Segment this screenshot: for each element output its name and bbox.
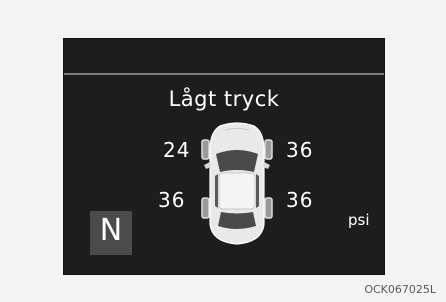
gear-indicator: N: [90, 211, 132, 255]
front-left-tire: [201, 139, 210, 160]
front-right-tire-pressure: 36: [286, 138, 314, 162]
page: Lågt tryck 24 36 36 36 psi N OCK067025L: [0, 0, 446, 302]
gear-letter: N: [99, 213, 123, 248]
rear-left-tire: [201, 197, 210, 219]
car-windshield: [216, 150, 258, 172]
rear-right-tire-pressure: 36: [286, 188, 314, 212]
low-pressure-warning-title: Lågt tryck: [168, 87, 280, 111]
car-rear-window: [218, 212, 256, 229]
front-left-tire-pressure: 24: [163, 138, 191, 162]
rear-right-tire: [264, 197, 273, 219]
front-right-tire: [264, 139, 273, 160]
cluster-display: Lågt tryck 24 36 36 36 psi N: [63, 38, 385, 275]
pressure-unit-label: psi: [348, 211, 370, 229]
car-top-view-icon: [201, 122, 273, 245]
display-divider: [64, 73, 384, 75]
figure-code: OCK067025L: [364, 283, 436, 296]
rear-left-tire-pressure: 36: [158, 188, 186, 212]
